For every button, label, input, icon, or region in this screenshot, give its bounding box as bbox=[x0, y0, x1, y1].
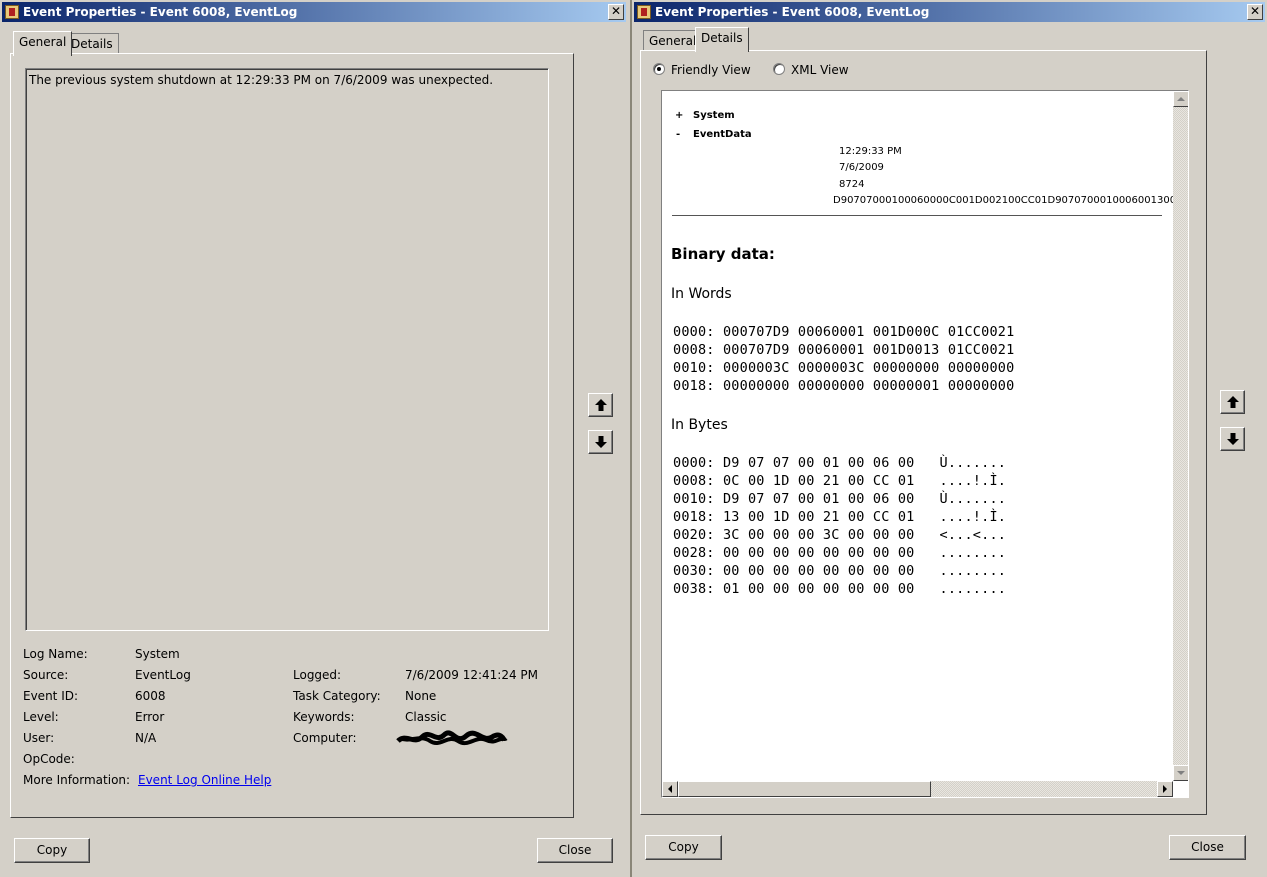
tab-label: General bbox=[649, 34, 697, 48]
chevron-left-icon bbox=[668, 785, 672, 793]
tab-general[interactable]: General bbox=[13, 31, 73, 56]
tab-details[interactable]: Details bbox=[695, 27, 749, 52]
tree-node-eventdata[interactable]: EventData bbox=[693, 129, 752, 140]
event-data-binary: D90707000100060000C001D002100CC01D907070… bbox=[833, 195, 1173, 206]
chevron-right-icon bbox=[1163, 785, 1167, 793]
title-bar[interactable]: Event Properties - Event 6008, EventLog … bbox=[2, 2, 626, 22]
in-words-heading: In Words bbox=[671, 286, 732, 302]
bytes-row: 0028: 00 00 00 00 00 00 00 00 ........ bbox=[673, 545, 1007, 561]
task-category-value: None bbox=[405, 689, 437, 703]
log-name-label: Log Name: bbox=[23, 647, 88, 661]
logged-value: 7/6/2009 12:41:24 PM bbox=[405, 668, 539, 682]
title-bar[interactable]: Event Properties - Event 6008, EventLog … bbox=[634, 2, 1265, 22]
keywords-value: Classic bbox=[405, 710, 447, 724]
level-value: Error bbox=[135, 710, 165, 724]
bytes-row: 0030: 00 00 00 00 00 00 00 00 ........ bbox=[673, 563, 1007, 579]
vertical-scrollbar[interactable] bbox=[1173, 91, 1188, 781]
log-name-value: System bbox=[135, 647, 180, 661]
more-information-label: More Information: bbox=[23, 773, 131, 787]
arrow-up-icon bbox=[595, 399, 607, 411]
event-data-date: 7/6/2009 bbox=[839, 162, 884, 173]
source-value: EventLog bbox=[135, 668, 191, 682]
event-id-label: Event ID: bbox=[23, 689, 79, 703]
words-row: 0008: 000707D9 00060001 001D0013 01CC002… bbox=[673, 342, 1015, 358]
description-box[interactable]: The previous system shutdown at 12:29:33… bbox=[25, 68, 549, 631]
user-label: User: bbox=[23, 731, 55, 745]
horizontal-scrollbar[interactable] bbox=[662, 781, 1173, 797]
logged-label: Logged: bbox=[293, 668, 342, 682]
copy-button[interactable]: Copy bbox=[14, 838, 90, 863]
previous-event-button[interactable] bbox=[588, 393, 613, 417]
opcode-label: OpCode: bbox=[23, 752, 75, 766]
keywords-label: Keywords: bbox=[293, 710, 355, 724]
redacted-computer-name-scribble bbox=[396, 730, 508, 746]
event-details-viewer[interactable]: + System - EventData 12:29:33 PM 7/6/200… bbox=[661, 90, 1189, 798]
separator bbox=[672, 215, 1162, 216]
copy-button-label: Copy bbox=[36, 843, 68, 857]
event-log-online-help-link[interactable]: Event Log Online Help bbox=[138, 773, 271, 787]
chevron-down-icon bbox=[1177, 771, 1185, 775]
close-button[interactable]: Close bbox=[537, 838, 613, 863]
bytes-row: 0038: 01 00 00 00 00 00 00 00 ........ bbox=[673, 581, 1007, 597]
task-category-label: Task Category: bbox=[293, 689, 381, 703]
xml-view-radio[interactable] bbox=[773, 63, 785, 75]
event-description: The previous system shutdown at 12:29:33… bbox=[29, 73, 494, 87]
close-button-label: Close bbox=[1191, 840, 1224, 854]
window-title: Event Properties - Event 6008, EventLog bbox=[655, 5, 930, 19]
previous-event-button[interactable] bbox=[1220, 390, 1245, 414]
tab-label: Details bbox=[71, 37, 113, 51]
arrow-up-icon bbox=[1227, 396, 1239, 408]
event-viewer-app-icon bbox=[5, 5, 19, 19]
close-button-label: Close bbox=[558, 843, 592, 857]
bytes-row: 0000: D9 07 07 00 01 00 06 00 Ù....... bbox=[673, 455, 1007, 471]
xml-view-label[interactable]: XML View bbox=[791, 63, 849, 77]
bytes-row: 0010: D9 07 07 00 01 00 06 00 Ù....... bbox=[673, 491, 1007, 507]
event-data-number: 8724 bbox=[839, 179, 865, 190]
source-label: Source: bbox=[23, 668, 69, 682]
eventdata-toggle[interactable]: - bbox=[676, 129, 680, 140]
copy-button[interactable]: Copy bbox=[645, 835, 722, 860]
tree-node-system[interactable]: System bbox=[693, 110, 735, 121]
scroll-right-button[interactable] bbox=[1157, 781, 1173, 797]
computer-label: Computer: bbox=[293, 731, 357, 745]
event-data-time: 12:29:33 PM bbox=[839, 146, 902, 157]
level-label: Level: bbox=[23, 710, 59, 724]
event-properties-window-details: Event Properties - Event 6008, EventLog … bbox=[630, 0, 1267, 877]
system-toggle[interactable]: + bbox=[675, 110, 683, 121]
tab-general[interactable]: General bbox=[643, 30, 703, 52]
close-icon[interactable]: ✕ bbox=[1247, 4, 1263, 20]
scroll-down-button[interactable] bbox=[1173, 765, 1188, 781]
friendly-view-label[interactable]: Friendly View bbox=[671, 63, 751, 77]
chevron-up-icon bbox=[1177, 97, 1185, 101]
event-viewer-app-icon bbox=[637, 5, 651, 19]
tab-label: General bbox=[19, 35, 67, 49]
event-properties-window-general: Event Properties - Event 6008, EventLog … bbox=[0, 0, 628, 877]
bytes-row: 0020: 3C 00 00 00 3C 00 00 00 <...<... bbox=[673, 527, 1007, 543]
tab-details[interactable]: Details bbox=[65, 33, 119, 55]
event-id-value: 6008 bbox=[135, 689, 166, 703]
binary-data-heading: Binary data: bbox=[671, 245, 775, 263]
close-icon[interactable]: ✕ bbox=[608, 4, 624, 20]
friendly-view-radio[interactable] bbox=[653, 63, 665, 75]
next-event-button[interactable] bbox=[1220, 427, 1245, 451]
words-row: 0010: 0000003C 0000003C 00000000 0000000… bbox=[673, 360, 1015, 376]
words-row: 0000: 000707D9 00060001 001D000C 01CC002… bbox=[673, 324, 1015, 340]
scroll-left-button[interactable] bbox=[662, 781, 678, 797]
arrow-down-icon bbox=[595, 436, 607, 448]
next-event-button[interactable] bbox=[588, 430, 613, 454]
scroll-up-button[interactable] bbox=[1173, 91, 1188, 107]
user-value: N/A bbox=[135, 731, 157, 745]
bytes-row: 0018: 13 00 1D 00 21 00 CC 01 ....!.Ì. bbox=[673, 509, 1007, 525]
arrow-down-icon bbox=[1227, 433, 1239, 445]
tab-label: Details bbox=[701, 31, 743, 45]
window-title: Event Properties - Event 6008, EventLog bbox=[23, 5, 298, 19]
in-bytes-heading: In Bytes bbox=[671, 417, 728, 433]
bytes-row: 0008: 0C 00 1D 00 21 00 CC 01 ....!.Ì. bbox=[673, 473, 1007, 489]
scroll-thumb[interactable] bbox=[678, 781, 931, 797]
words-row: 0018: 00000000 00000000 00000001 0000000… bbox=[673, 378, 1015, 394]
copy-button-label: Copy bbox=[668, 840, 699, 854]
close-button[interactable]: Close bbox=[1169, 835, 1246, 860]
